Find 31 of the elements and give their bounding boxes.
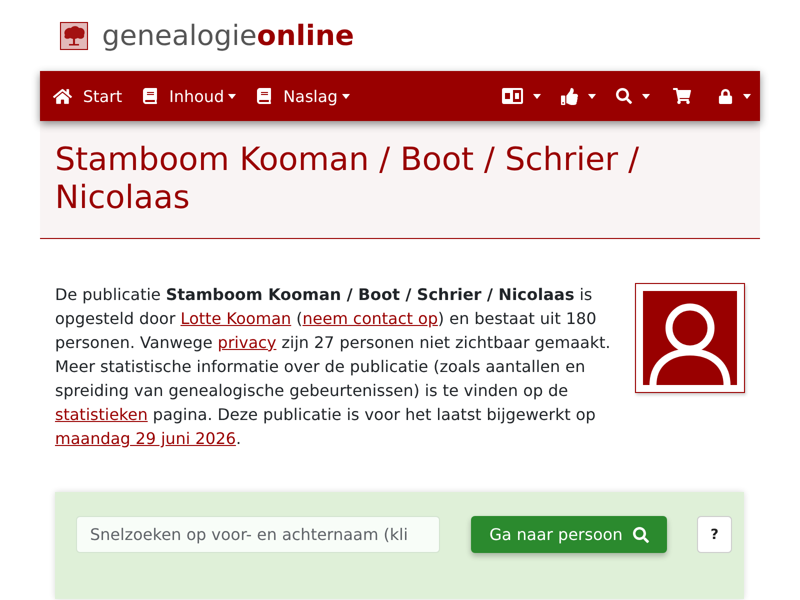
search-field[interactable]: Snelzoeken op voor- en achternaam (kli xyxy=(76,516,440,553)
search-icon xyxy=(632,526,649,542)
page-title: Stamboom Kooman / Boot / Schrier / Nicolaas xyxy=(55,140,640,216)
contact-link[interactable]: neem contact op xyxy=(302,309,438,328)
card-icon xyxy=(502,88,523,104)
caret-icon xyxy=(642,94,650,98)
privacy-link[interactable]: privacy xyxy=(218,333,276,352)
statistics-link[interactable]: statistieken xyxy=(55,405,148,424)
site-logo-text[interactable]: genealogieonline xyxy=(102,22,354,50)
caret-icon xyxy=(342,94,350,98)
lock-icon xyxy=(718,88,733,104)
home-icon xyxy=(53,86,72,106)
tree-logo-icon xyxy=(60,22,88,50)
caret-icon xyxy=(533,94,541,98)
person-silhouette-icon xyxy=(643,291,737,385)
go-to-person-button[interactable]: Ga naar persoon xyxy=(471,516,667,553)
thumbs-up-icon xyxy=(561,88,578,104)
date-link[interactable]: maandag 29 juni 2026 xyxy=(55,429,236,448)
book-icon xyxy=(142,88,158,104)
nav-dropdown[interactable]: Inhoud xyxy=(134,78,244,114)
caret-icon xyxy=(743,94,751,98)
nav-dropdown[interactable]: Naslag xyxy=(248,78,358,114)
author-link[interactable]: Lotte Kooman xyxy=(180,309,292,328)
nav-link[interactable]: Start xyxy=(45,78,130,114)
help-button[interactable]: ? xyxy=(697,516,732,553)
cart-icon xyxy=(673,87,691,105)
caret-icon xyxy=(588,94,596,98)
intro-paragraph: De publicatie Stamboom Kooman / Boot / Schrier / Nicolaas is opgesteld door Lotte Kooman (neem contact op) en bestaat uit 180 personen. Vanwege privacy zijn 27 personen niet zichtbaar gemaakt. Meer statistische informatie over de publicatie (zoals aantallen en spreiding van genealogische gebeurtenissen) is te vinden op de statistieken pagina. Deze publicatie is voor het laatst bijgewerkt op maandag 29 juni 2026. xyxy=(55,284,612,450)
caret-icon xyxy=(228,94,236,98)
book-icon xyxy=(256,88,272,104)
search-icon xyxy=(616,88,632,104)
